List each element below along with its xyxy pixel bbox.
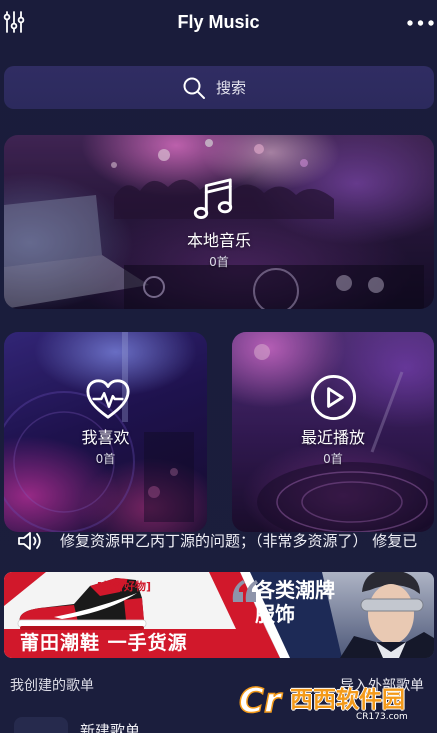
local-music-count: 0首 [209,255,229,269]
recent-played-title: 最近播放 [300,428,365,447]
favorites-title: 我喜欢 [81,428,130,447]
watermark-logo: Cr 西西软件园 CR173.com [237,681,419,723]
more-dots-icon[interactable] [405,17,436,29]
playlist-thumbnail[interactable] [14,717,68,733]
search-bar[interactable]: 搜索 [4,66,434,109]
watermark-mark: Cr [239,681,281,721]
app-title: Fly Music [177,12,260,32]
play-circle-icon [310,374,357,421]
banner-tag: [低价好物] [97,580,152,593]
banner-slogan: 莆田潮鞋 一手货源 [20,632,188,654]
heart-pulse-icon [85,377,131,421]
promo-banner[interactable]: [低价好物] 莆田潮鞋 一手货源 各类潮牌 服饰 [4,572,434,658]
playlist-item-name[interactable]: 新建歌单 [80,721,170,733]
search-label: 搜索 [216,79,247,97]
watermark-site: CR173.com [356,712,408,722]
speaker-icon [16,529,42,553]
banner-headline-line1: 各类潮牌 [255,578,335,602]
favorites-card[interactable]: 我喜欢 0首 [4,332,207,532]
music-note-icon [190,177,236,223]
recent-played-count: 0首 [323,452,343,466]
app-screen: Fly Music 搜索 本地音乐 0首 我喜欢 0首 最近播放 0首 修复资源… [0,0,437,733]
my-playlists-title: 我创建的歌单 [10,678,94,694]
local-music-card[interactable]: 本地音乐 0首 [4,135,434,309]
favorites-count: 0首 [95,452,116,466]
notice-marquee[interactable]: 修复资源甲乙丙丁源的问题；（非常多资源了） 修复已 [60,530,437,552]
recent-played-card[interactable]: 最近播放 0首 [232,332,434,532]
search-icon [182,76,206,100]
watermark-brand: 西西软件园 [290,687,405,713]
local-music-title: 本地音乐 [186,231,251,250]
banner-headline-line2: 服饰 [255,602,295,626]
